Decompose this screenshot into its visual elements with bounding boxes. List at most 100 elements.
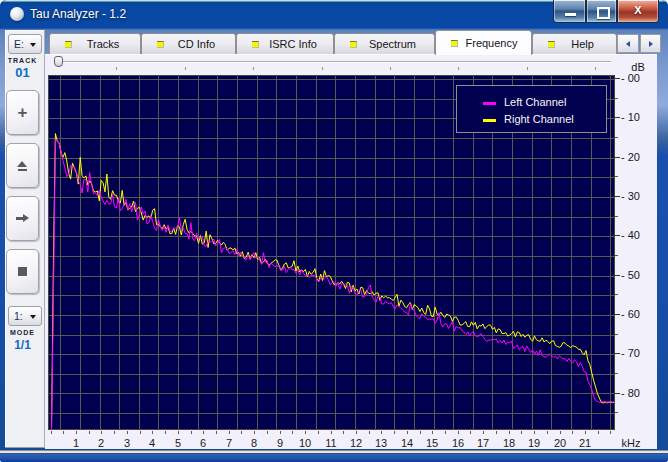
khz-tick-label: 15 [420,437,444,449]
khz-tick [369,431,370,434]
slider-tick [185,67,186,70]
slider-tick [595,67,596,70]
legend-swatch [483,119,496,122]
close-button[interactable]: X [617,0,659,23]
db-tick-label: - 00 [621,72,655,84]
db-tick-label: - 60 [621,308,655,320]
khz-tick [229,431,230,434]
tab-label: Frequency [458,37,531,49]
khz-tick [89,431,90,434]
khz-tick [51,431,52,434]
tab-spectrum[interactable]: Spectrum [334,33,435,54]
track-number: 01 [0,65,45,80]
db-tick-minor [615,334,618,335]
db-tick-minor [615,216,618,217]
khz-tick [216,431,217,434]
khz-tick [318,431,319,434]
khz-tick [140,431,141,434]
minimize-icon [565,13,576,16]
legend-swatch [483,102,496,105]
tab-led-icon [350,41,357,48]
khz-tick [76,431,77,434]
tab-led-icon [451,40,458,47]
khz-tick [483,431,484,434]
khz-tick [445,431,446,434]
tab-scroll-right-button[interactable] [640,34,661,53]
tab-isrc-info[interactable]: ISRC Info [236,33,334,54]
tab-label: Help [555,38,616,50]
db-tick-major [615,314,620,315]
tab-led-icon [157,41,164,48]
khz-tick [420,431,421,434]
khz-tick [610,431,611,434]
stop-button[interactable] [6,249,39,294]
db-tick-major [615,275,620,276]
khz-tick [63,431,64,434]
db-tick-minor [615,255,618,256]
khz-tick [331,431,332,434]
khz-tick-label: 19 [522,437,546,449]
khz-tick [203,431,204,434]
minimize-button[interactable] [553,0,586,23]
khz-tick [572,431,573,434]
tab-tracks[interactable]: Tracks [49,33,141,54]
mode-caption: MODE [0,329,45,336]
tab-frequency[interactable]: Frequency [435,30,532,55]
slider-tick [458,67,459,70]
db-tick-label: - 10 [621,111,655,123]
slider-tick [390,67,391,70]
mode-combo[interactable]: 1: [8,306,42,326]
khz-tick [165,431,166,434]
khz-tick [407,431,408,434]
app-window: Tau Analyzer - 1.2 X Tracks CD Info ISRC I… [0,0,668,462]
khz-tick [381,431,382,434]
khz-tick-label: 3 [115,437,139,449]
db-axis-unit: dB [626,61,650,73]
eject-button[interactable] [6,143,39,188]
db-tick-major [615,353,620,354]
khz-tick-label: 20 [548,437,572,449]
tab-scroll-left-button[interactable] [617,34,639,53]
khz-tick-label: 18 [497,437,521,449]
stop-icon [7,250,38,293]
khz-tick-label: 4 [140,437,164,449]
legend-label: Left Channel [504,96,566,108]
db-tick-minor [615,98,618,99]
position-slider-thumb[interactable] [54,56,63,67]
khz-tick [178,431,179,434]
khz-tick [292,431,293,434]
db-tick-label: - 50 [621,269,655,281]
drive-combo[interactable]: E: [8,34,42,54]
khz-tick [598,431,599,434]
next-button[interactable] [6,196,39,241]
slider-tick [527,67,528,70]
add-button[interactable]: + [6,90,39,135]
db-tick-label: - 20 [621,151,655,163]
db-tick-label: - 80 [621,387,655,399]
khz-tick [356,431,357,434]
khz-tick [521,431,522,434]
khz-tick [280,431,281,434]
tab-label: ISRC Info [259,38,333,50]
tab-led-icon [548,41,555,48]
tab-led-icon [252,41,259,48]
khz-tick [343,431,344,434]
scroll-left-icon [626,41,630,47]
next-icon [7,197,38,240]
tab-label: Tracks [72,38,140,50]
tab-led-icon [65,41,72,48]
window-title: Tau Analyzer - 1.2 [30,7,126,21]
maximize-button[interactable] [586,0,617,23]
combo-value: 1: [14,310,23,322]
position-slider-track[interactable] [57,61,611,63]
tab-label: CD Info [164,38,235,50]
khz-tick-label: 17 [471,437,495,449]
series-left-channel [52,139,615,429]
tab-help[interactable]: Help [532,33,617,54]
tab-cd-info[interactable]: CD Info [141,33,236,54]
khz-tick [152,431,153,434]
title-bar[interactable]: Tau Analyzer - 1.2 X [0,0,668,28]
track-caption: TRACK [0,57,45,64]
khz-tick [458,431,459,434]
khz-tick-label: 9 [268,437,292,449]
